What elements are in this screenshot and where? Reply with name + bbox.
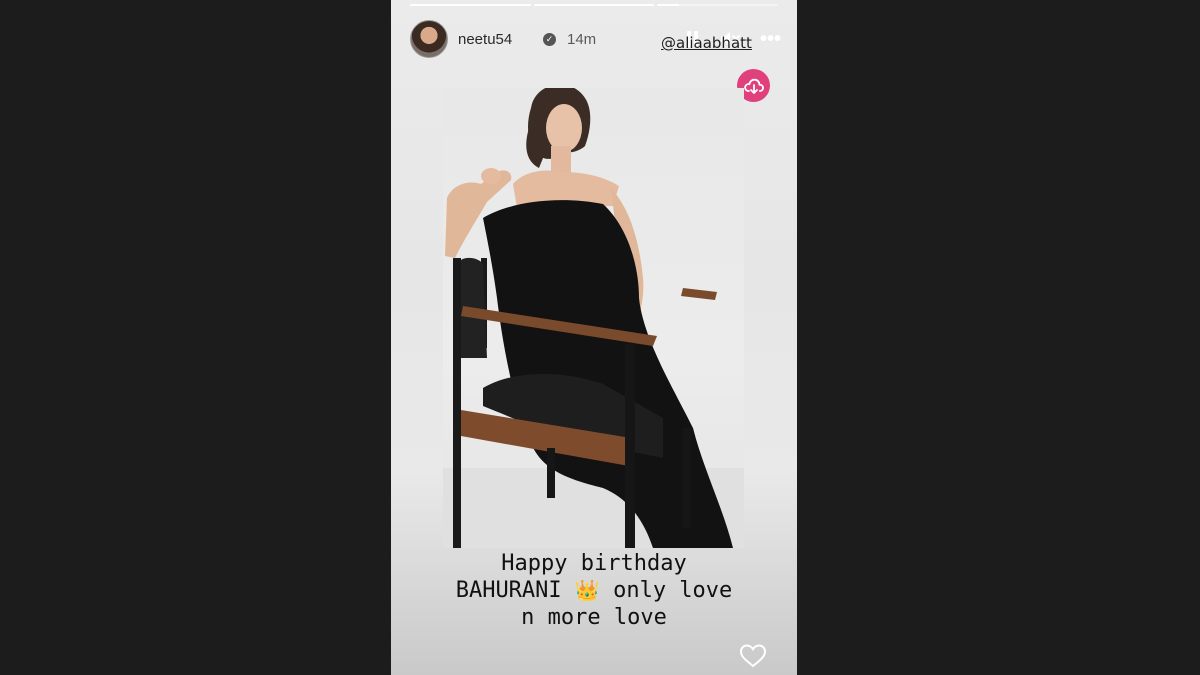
more-dots-icon[interactable]: ••• <box>760 29 781 49</box>
story-photo <box>443 88 744 548</box>
progress-fill <box>533 4 655 6</box>
post-time: 14m <box>567 31 597 48</box>
caption-text: only love <box>613 578 733 603</box>
story-caption: Happy birthday BAHURANI 👑 only love n mo… <box>411 550 777 631</box>
username-link[interactable]: neetu54 <box>458 31 512 48</box>
verified-badge-icon: ✓ <box>543 33 556 46</box>
story-progress <box>410 4 779 6</box>
progress-segment <box>657 4 779 6</box>
mention-sticker[interactable]: @aliaabhatt <box>661 34 752 52</box>
progress-segment <box>410 4 531 6</box>
caption-line: n more love <box>521 605 667 630</box>
caption-line: BAHURANI 👑 only love <box>411 577 777 604</box>
caption-text: BAHURANI <box>455 578 562 603</box>
story-viewer[interactable]: neetu54 ✓ 14m ••• @aliaabhatt Happy birt… <box>391 0 797 675</box>
crown-emoji: 👑 <box>574 578 600 602</box>
progress-segment <box>533 4 655 6</box>
progress-fill <box>657 4 680 6</box>
avatar[interactable] <box>410 20 448 58</box>
viewer-backdrop: neetu54 ✓ 14m ••• @aliaabhatt Happy birt… <box>0 0 1200 675</box>
progress-fill <box>410 4 531 6</box>
heart-outline-icon[interactable] <box>739 643 767 669</box>
cloud-download-icon <box>743 78 764 94</box>
caption-line: Happy birthday <box>501 551 687 576</box>
